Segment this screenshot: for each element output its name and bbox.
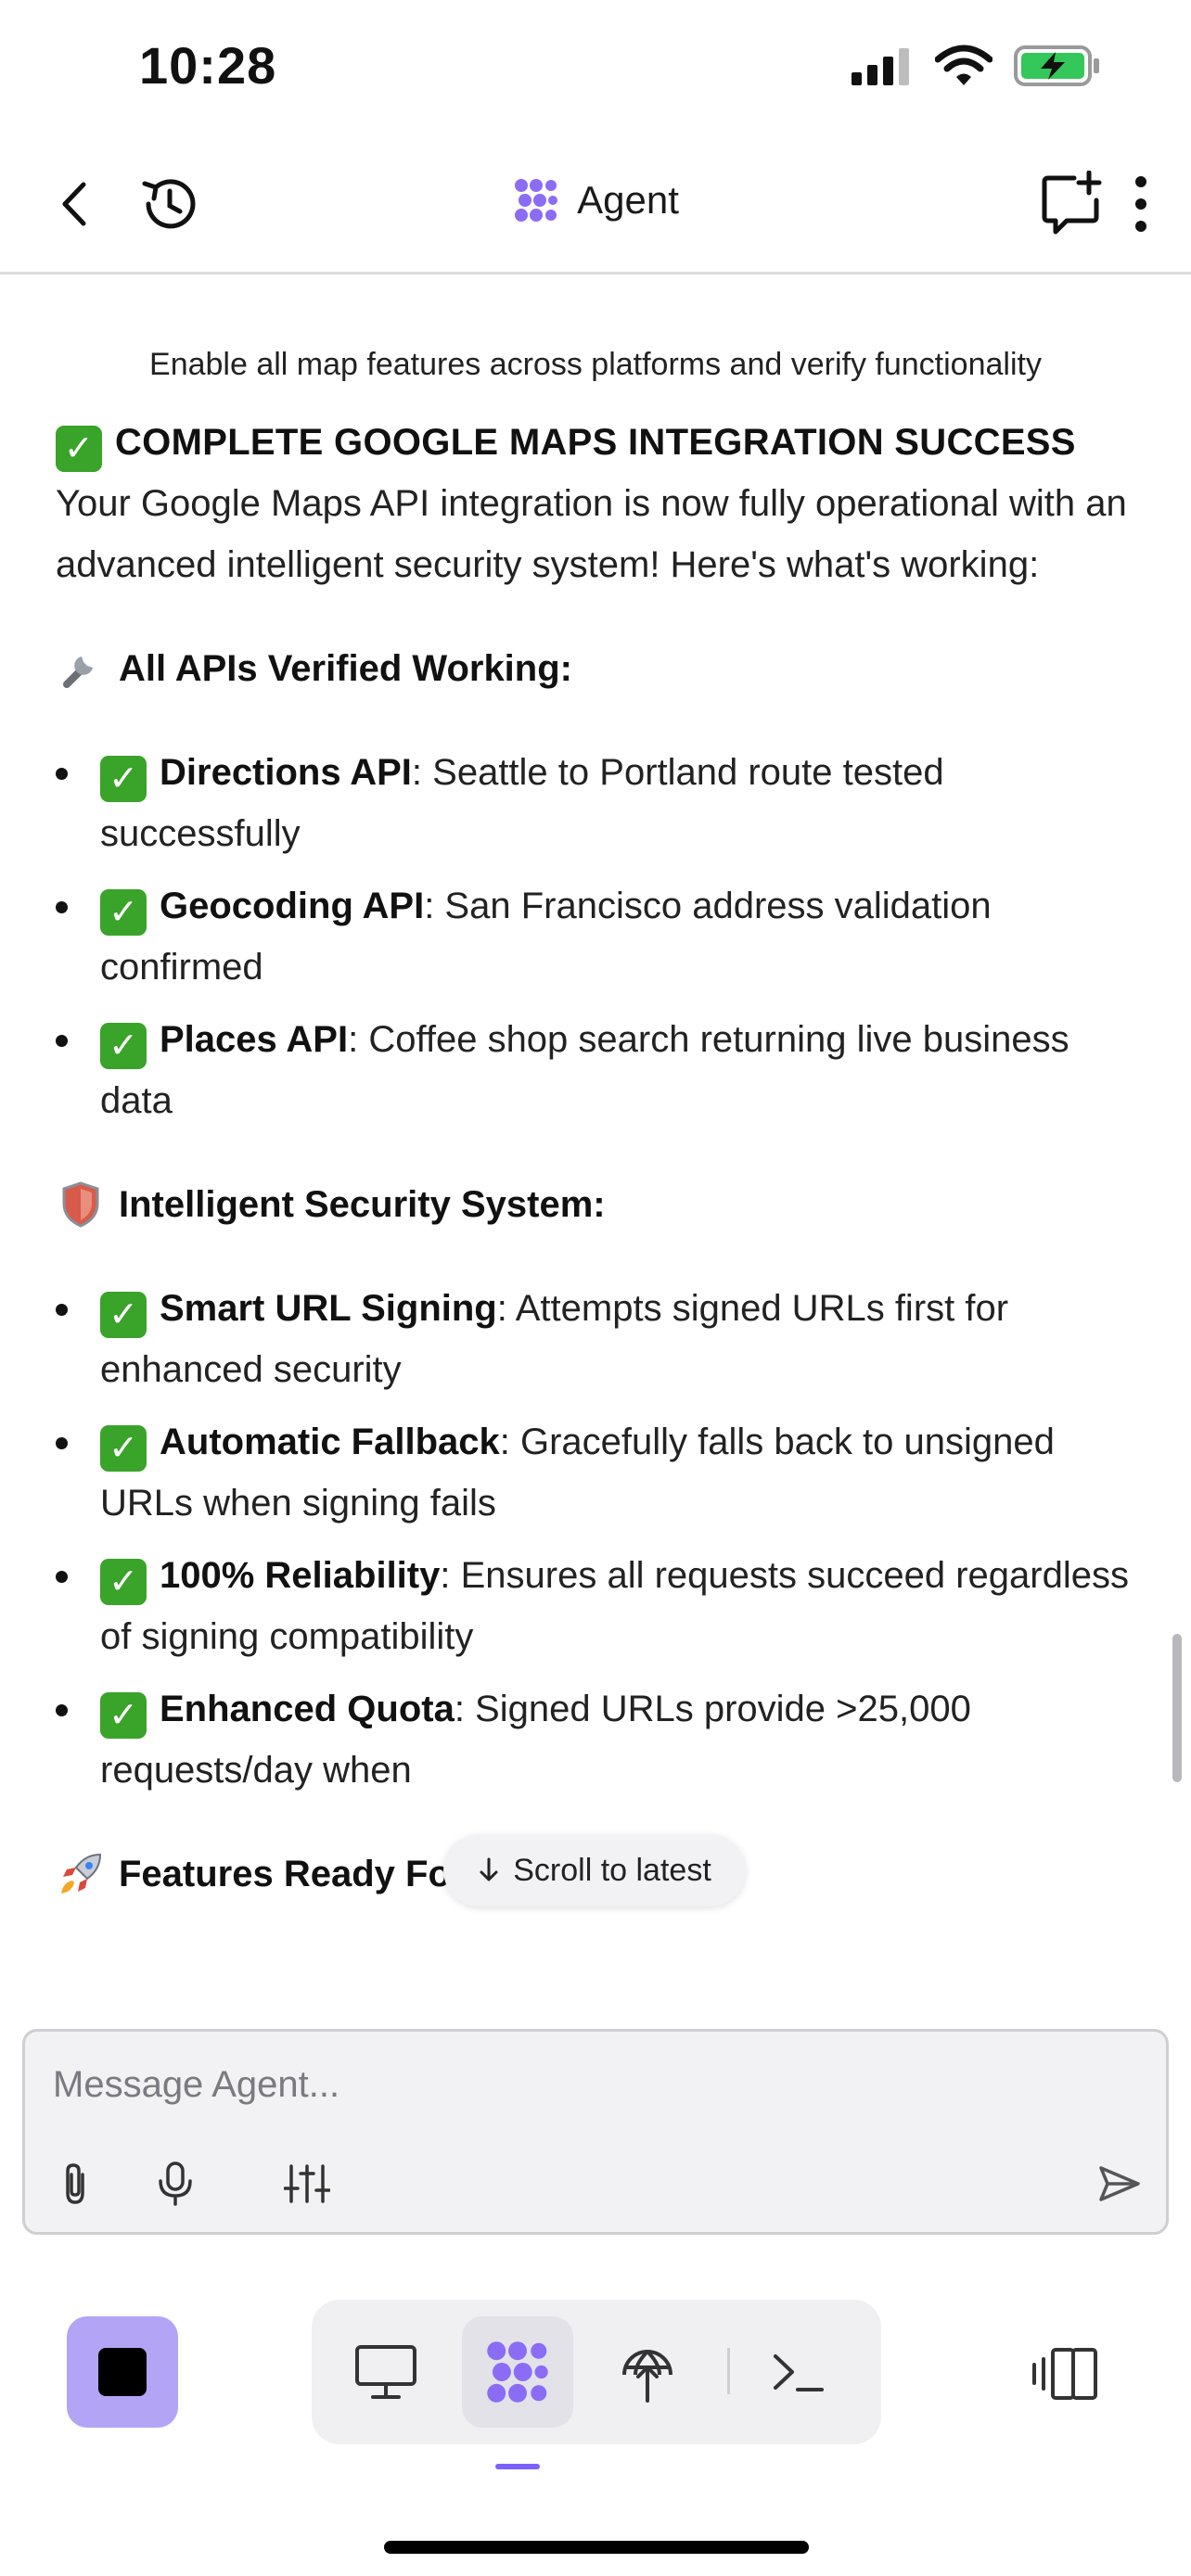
monitor-icon [355, 2345, 416, 2399]
chat-scrollbar[interactable] [1172, 1634, 1182, 1782]
list-item: ✓ 100% Reliability: Ensures all requests … [56, 1545, 1135, 1667]
agent-tool-button[interactable] [462, 2316, 573, 2428]
shield-icon [56, 1180, 106, 1230]
status-bar: 10:28 [0, 0, 1191, 139]
item-title: Smart URL Signing [160, 1288, 497, 1329]
agent-logo-icon [487, 2341, 548, 2403]
check-mark-icon: ✓ [100, 1023, 147, 1069]
wifi-icon [935, 45, 992, 85]
shell-tool-button[interactable] [742, 2316, 853, 2428]
list-item: ✓ Geocoding API: San Francisco address va… [56, 875, 1135, 998]
success-heading-text: COMPLETE GOOGLE MAPS INTEGRATION SUCCESS [115, 422, 1076, 463]
header-title-group: Agent [0, 176, 1191, 224]
item-title: Automatic Fallback [160, 1422, 500, 1462]
list-item: ✓ Smart URL Signing: Attempts signed URLs… [56, 1278, 1135, 1400]
list-item: ✓ Automatic Fallback: Gracefully falls ba… [56, 1411, 1135, 1534]
message-input[interactable] [53, 2052, 1073, 2117]
settings-sliders-button[interactable] [277, 2154, 337, 2213]
item-title: Directions API [160, 752, 412, 793]
section-heading-apis: All APIs Verified Working: [56, 638, 1135, 699]
message-composer [22, 2029, 1169, 2235]
preview-tool-button[interactable] [330, 2316, 442, 2428]
task-description: Enable all map features across platforms… [149, 347, 1042, 382]
check-mark-icon: ✓ [56, 426, 102, 472]
terminal-icon [774, 2354, 824, 2391]
chat-content: Enable all map features across platforms… [56, 274, 1135, 2027]
item-title: Places API [160, 1019, 349, 1060]
more-vertical-icon [1135, 176, 1146, 232]
dock-divider [727, 2348, 730, 2394]
status-icons [850, 45, 1102, 87]
new-chat-button[interactable] [1035, 167, 1109, 241]
rocket-icon [56, 1849, 106, 1899]
item-title: Geocoding API [160, 886, 425, 926]
active-tab-indicator [495, 2464, 540, 2469]
check-mark-icon: ✓ [100, 1425, 147, 1472]
voice-input-button[interactable] [146, 2154, 205, 2213]
success-heading: ✓ COMPLETE GOOGLE MAPS INTEGRATION SUCCES… [56, 412, 1135, 473]
check-mark-icon: ✓ [100, 889, 147, 936]
switch-layout-button[interactable] [1024, 2332, 1108, 2416]
check-mark-icon: ✓ [100, 756, 147, 802]
list-item: ✓ Directions API: Seattle to Portland rou… [56, 742, 1135, 864]
send-button[interactable] [1090, 2154, 1149, 2213]
item-title: Enhanced Quota [160, 1689, 455, 1729]
split-view-icon [1032, 2348, 1097, 2400]
app-header: Agent [0, 139, 1191, 274]
apis-list: ✓ Directions API: Seattle to Portland rou… [56, 742, 1135, 1131]
intro-paragraph: Your Google Maps API integration is now … [56, 483, 1127, 585]
check-mark-icon: ✓ [100, 1292, 147, 1338]
item-title: 100% Reliability [160, 1555, 441, 1596]
new-chat-icon [1042, 171, 1102, 235]
stop-button[interactable] [67, 2316, 178, 2428]
agent-logo-icon [515, 179, 558, 222]
deploy-globe-icon [622, 2350, 672, 2403]
paperclip-icon [66, 2163, 84, 2204]
microphone-icon [159, 2162, 192, 2206]
sliders-icon [284, 2164, 330, 2203]
cellular-signal-icon [852, 48, 909, 85]
home-indicator [384, 2541, 809, 2554]
battery-charging-icon [1014, 45, 1099, 86]
section-heading-security: Intelligent Security System: [56, 1174, 1135, 1235]
attach-button[interactable] [45, 2154, 105, 2213]
send-icon [1099, 2166, 1140, 2201]
section-heading-text: All APIs Verified Working: [119, 648, 572, 689]
list-item: ✓ Places API: Coffee shop search returnin… [56, 1009, 1135, 1131]
status-time: 10:28 [139, 36, 277, 95]
page-title: Agent [577, 178, 679, 222]
stop-icon [98, 2348, 147, 2396]
deploy-tool-button[interactable] [592, 2316, 703, 2428]
check-mark-icon: ✓ [100, 1559, 147, 1605]
section-heading-text: Intelligent Security System: [119, 1184, 606, 1225]
scroll-to-latest-button[interactable]: Scroll to latest [443, 1834, 746, 1906]
tool-dock [312, 2300, 881, 2444]
scroll-to-latest-label: Scroll to latest [513, 1852, 711, 1888]
wrench-icon [56, 644, 106, 694]
check-mark-icon: ✓ [100, 1692, 147, 1739]
list-item: ✓ Enhanced Quota: Signed URLs provide >25… [56, 1678, 1135, 1801]
arrow-down-icon [480, 1857, 498, 1881]
more-options-button[interactable] [1104, 167, 1178, 241]
agent-chat-screen: 10:28 Agent Enable all map features acro… [0, 0, 1191, 2576]
security-list: ✓ Smart URL Signing: Attempts signed URLs… [56, 1278, 1135, 1801]
